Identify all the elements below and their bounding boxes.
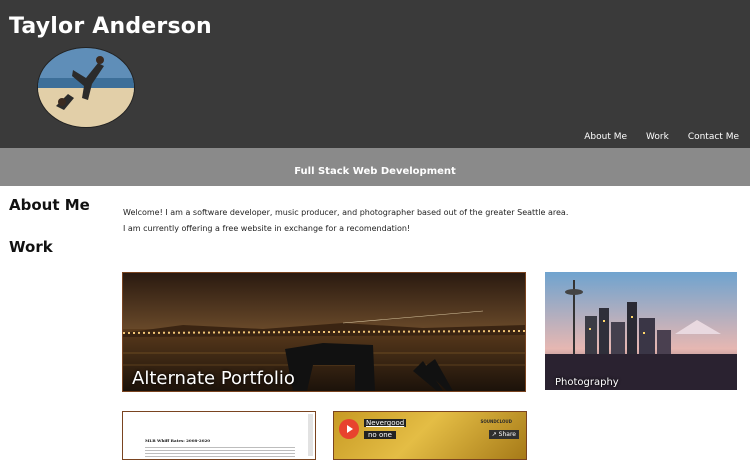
track-label[interactable]: no one <box>364 431 396 439</box>
subheader-text: Full Stack Web Development <box>294 166 456 177</box>
nav-work[interactable]: Work <box>646 132 669 142</box>
play-icon <box>347 425 353 433</box>
sidebar-work[interactable]: Work <box>9 238 53 256</box>
document-body-lines <box>145 445 295 459</box>
photography-label: Photography <box>555 377 619 388</box>
share-button[interactable]: ↗ Share <box>488 430 519 439</box>
main-nav: About Me Work Contact Me <box>584 132 739 142</box>
portfolio-tile[interactable]: Alternate Portfolio <box>122 272 526 392</box>
sidebar-about-heading: About Me <box>9 196 90 214</box>
intro-text: Welcome! I am a software developer, musi… <box>123 205 568 237</box>
document-preview-tile[interactable]: MLB Whiff Rates: 2008-2020 <box>122 411 316 460</box>
site-title: Taylor Anderson <box>9 14 212 39</box>
nav-contact-me[interactable]: Contact Me <box>688 132 739 142</box>
sidebar-about[interactable]: About Me <box>9 196 90 214</box>
share-icon: ↗ <box>491 431 497 438</box>
intro-line-1: Welcome! I am a software developer, musi… <box>123 208 569 217</box>
sidebar-work-heading: Work <box>9 238 53 256</box>
nav-about-me[interactable]: About Me <box>584 132 627 142</box>
document-heading: MLB Whiff Rates: 2008-2020 <box>145 438 211 443</box>
document-scrollbar[interactable] <box>308 414 313 456</box>
intro-line-2: I am currently offering a free website i… <box>123 224 411 233</box>
photography-tile[interactable]: Photography <box>545 272 737 390</box>
music-player-tile[interactable]: Nevergood no one SOUNDCLOUD ↗ Share <box>333 411 527 460</box>
share-label: Share <box>498 431 516 438</box>
soundcloud-logo: SOUNDCLOUD <box>480 419 512 424</box>
seattle-skyline-image <box>545 272 737 390</box>
artist-label[interactable]: Nevergood <box>364 419 407 427</box>
site-header: Taylor Anderson About Me Work Contact Me <box>0 0 750 148</box>
play-button[interactable] <box>339 419 359 439</box>
subheader-bar: Full Stack Web Development <box>0 148 750 186</box>
avatar <box>37 47 135 128</box>
portfolio-label: Alternate Portfolio <box>132 368 295 389</box>
